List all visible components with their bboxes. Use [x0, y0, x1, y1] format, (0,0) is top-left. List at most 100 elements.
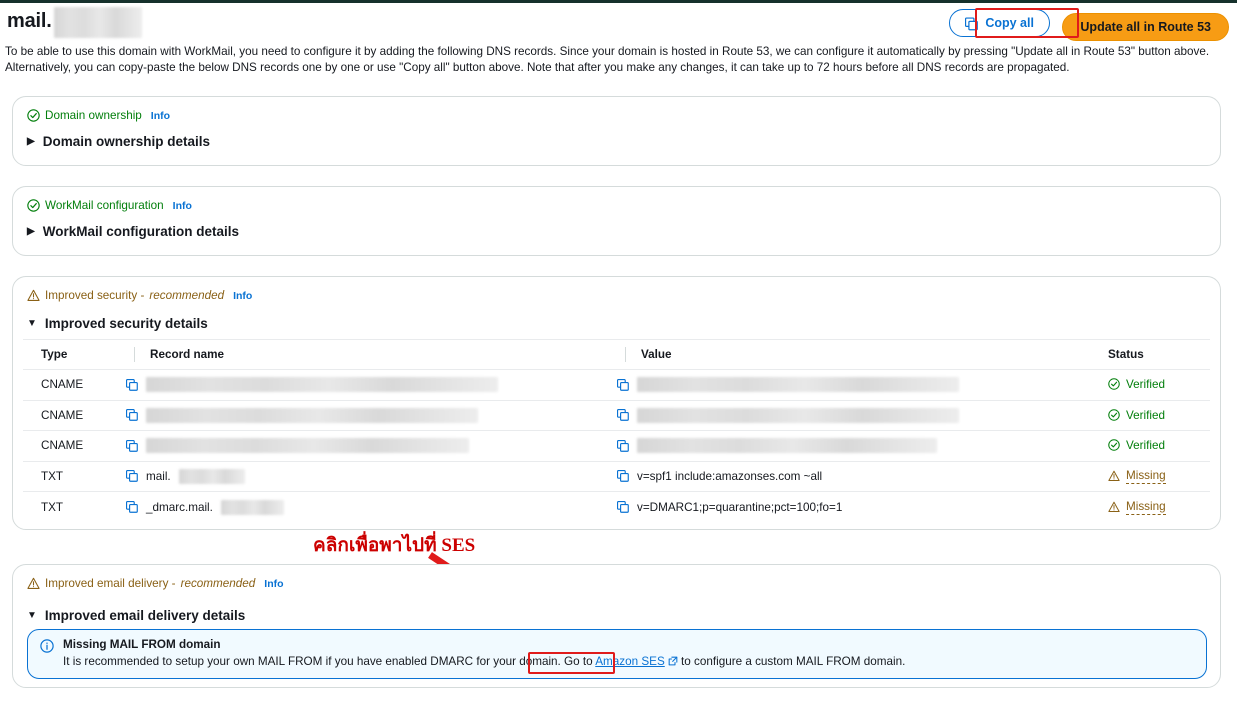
expander-domain-ownership-details[interactable]: ▶ Domain ownership details — [27, 134, 210, 149]
cell-value: v=spf1 include:amazonses.com ~all — [607, 470, 1097, 483]
expander-workmail-configuration-details[interactable]: ▶ WorkMail configuration details — [27, 224, 239, 239]
expander-label-workmail-configuration: WorkMail configuration details — [42, 224, 239, 239]
copy-icon[interactable] — [126, 409, 138, 422]
info-link-improved-email-delivery[interactable]: Info — [264, 578, 283, 590]
cell-value: v=DMARC1;p=quarantine;pct=100;fo=1 — [607, 501, 1097, 514]
cell-value — [607, 407, 1097, 423]
info-link-domain-ownership[interactable]: Info — [151, 110, 170, 122]
redacted-record-value — [637, 377, 959, 393]
copy-icon — [965, 16, 979, 30]
cell-type: TXT — [41, 469, 64, 483]
redacted-record-name — [220, 499, 284, 515]
card-domain-ownership: Domain ownership Info ▶ Domain ownership… — [12, 96, 1221, 166]
record-value: v=DMARC1;p=quarantine;pct=100;fo=1 — [637, 500, 843, 514]
alert-body-before: It is recommended to setup your own MAIL… — [63, 655, 593, 668]
cell-status: Verified — [1097, 439, 1210, 452]
status-badge: Missing — [1108, 500, 1210, 515]
table-header-row: Type Record name Value Status — [23, 340, 1210, 370]
cell-record-name: mail. — [116, 468, 607, 484]
redacted-domain-name — [54, 7, 142, 38]
cell-status: Verified — [1097, 378, 1210, 391]
redacted-record-name — [146, 407, 478, 423]
improved-security-status: Improved security - recommended Info — [27, 289, 252, 302]
intro-paragraph: To be able to use this domain with WorkM… — [5, 45, 1210, 74]
external-link-icon — [668, 655, 678, 666]
copy-icon[interactable] — [617, 378, 629, 391]
check-circle-icon — [27, 109, 40, 122]
cell-record-name — [116, 407, 607, 423]
check-circle-icon — [1108, 439, 1121, 452]
cell-record-name — [116, 377, 607, 393]
status-badge: Verified — [1108, 409, 1210, 422]
cell-record-name — [116, 438, 607, 454]
copy-icon[interactable] — [617, 409, 629, 422]
column-header-type: Type — [41, 348, 68, 361]
table-row: TXT mail. v=spf1 include:amazonses.com ~al… — [23, 462, 1210, 492]
copy-icon[interactable] — [126, 501, 138, 514]
record-value: v=spf1 include:amazonses.com ~all — [637, 469, 823, 483]
cell-record-name: _dmarc.mail. — [116, 499, 607, 515]
expander-label-improved-email-delivery: Improved email delivery details — [44, 608, 246, 623]
improved-email-delivery-status: Improved email delivery - recommended In… — [27, 577, 284, 590]
copy-icon[interactable] — [617, 470, 629, 483]
copy-all-label: Copy all — [985, 16, 1034, 30]
update-all-route53-button[interactable]: Update all in Route 53 — [1062, 12, 1229, 41]
card-improved-email-delivery: Improved email delivery - recommended In… — [12, 564, 1221, 688]
check-circle-icon — [1108, 409, 1121, 422]
check-circle-icon — [27, 199, 40, 212]
expander-label-domain-ownership: Domain ownership details — [42, 134, 210, 149]
cell-type: CNAME — [41, 439, 84, 453]
expander-label-improved-security: Improved security details — [44, 316, 208, 331]
cell-type: CNAME — [41, 378, 84, 392]
missing-mail-from-alert: Missing MAIL FROM domain It is recommend… — [27, 629, 1207, 679]
chevron-right-icon: ▶ — [27, 225, 35, 237]
alert-title: Missing MAIL FROM domain — [63, 638, 221, 651]
copy-icon[interactable] — [126, 439, 138, 452]
page-root: mail. Copy all Update all in Route 53 To… — [0, 0, 1237, 717]
redacted-record-value — [637, 438, 937, 454]
copy-icon[interactable] — [617, 439, 629, 452]
warning-triangle-icon — [1108, 470, 1121, 483]
domain-ownership-status: Domain ownership Info — [27, 109, 170, 122]
page-header: mail. Copy all Update all in Route 53 — [0, 3, 1237, 41]
alert-body-after: to configure a custom MAIL FROM domain. — [681, 655, 906, 668]
workmail-configuration-status-label: WorkMail configuration — [45, 199, 164, 212]
dns-records-table: Type Record name Value Status CNAME Verif… — [23, 339, 1210, 523]
expander-improved-security-details[interactable]: ▼ Improved security details — [27, 316, 208, 331]
improved-security-status-label: Improved security - — [45, 289, 145, 302]
table-row: CNAME Verified — [23, 401, 1210, 431]
card-workmail-configuration: WorkMail configuration Info ▶ WorkMail c… — [12, 186, 1221, 256]
column-header-value: Value — [607, 347, 1097, 362]
copy-icon[interactable] — [126, 378, 138, 391]
domain-ownership-status-label: Domain ownership — [45, 109, 142, 122]
copy-icon[interactable] — [126, 470, 138, 483]
info-circle-icon — [40, 639, 54, 653]
cell-value — [607, 377, 1097, 393]
table-row: CNAME Verified — [23, 431, 1210, 462]
chevron-right-icon: ▶ — [27, 135, 35, 147]
check-circle-icon — [1108, 378, 1121, 391]
improved-email-delivery-status-label: Improved email delivery - — [45, 577, 176, 590]
info-link-improved-security[interactable]: Info — [233, 290, 252, 302]
copy-icon[interactable] — [617, 501, 629, 514]
warning-triangle-icon — [27, 289, 40, 302]
annotation-text-click-to-ses: คลิกเพื่อพาไปที่ SES — [313, 535, 476, 556]
alert-body: It is recommended to setup your own MAIL… — [63, 654, 905, 669]
cell-status: Missing — [1097, 469, 1210, 484]
cell-value — [607, 438, 1097, 454]
info-link-workmail-configuration[interactable]: Info — [173, 200, 192, 212]
improved-email-delivery-recommended: recommended — [180, 577, 256, 590]
page-title: mail. — [7, 10, 52, 32]
chevron-down-icon: ▼ — [27, 317, 37, 329]
column-header-record-name: Record name — [116, 347, 607, 362]
expander-improved-email-delivery-details[interactable]: ▼ Improved email delivery details — [27, 608, 245, 623]
column-header-status: Status — [1108, 348, 1144, 361]
cell-status: Missing — [1097, 500, 1210, 515]
header-actions: Copy all Update all in Route 53 — [949, 9, 1229, 41]
status-badge: Verified — [1108, 439, 1210, 452]
redacted-record-name — [178, 468, 245, 484]
amazon-ses-link[interactable]: Amazon SES — [595, 655, 678, 668]
copy-all-button[interactable]: Copy all — [949, 9, 1050, 37]
workmail-configuration-status: WorkMail configuration Info — [27, 199, 192, 212]
cell-type: CNAME — [41, 408, 84, 422]
